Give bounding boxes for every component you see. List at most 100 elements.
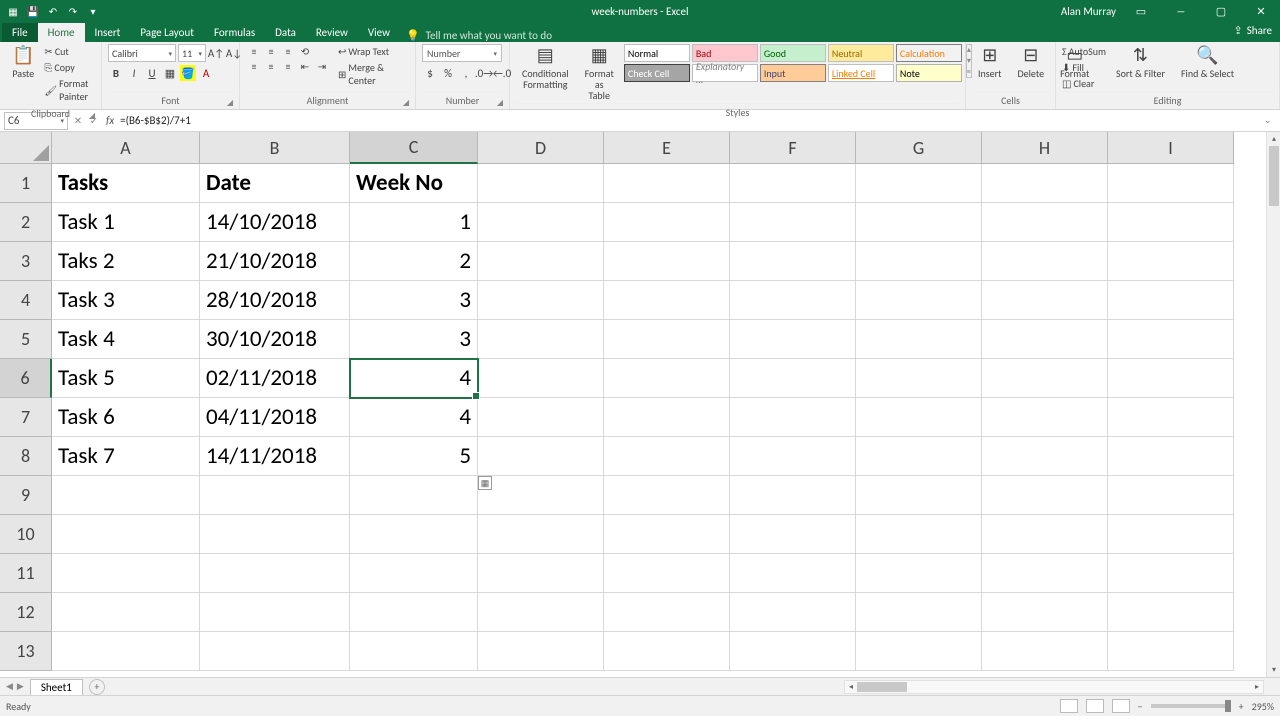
comma-icon[interactable]: , (458, 65, 474, 81)
tab-formulas[interactable]: Formulas (204, 23, 265, 42)
launcher-icon[interactable]: ◢ (497, 98, 503, 108)
zoom-slider[interactable] (1151, 704, 1231, 708)
cell[interactable] (604, 203, 730, 242)
minimize-button[interactable]: ― (1166, 0, 1196, 22)
cell[interactable] (856, 554, 982, 593)
align-bottom-icon[interactable]: ≡ (280, 44, 296, 58)
row-header[interactable]: 4 (0, 281, 52, 320)
align-center-icon[interactable]: ≡ (263, 59, 279, 73)
cell[interactable] (604, 632, 730, 671)
column-header[interactable]: D (478, 132, 604, 164)
zoom-level[interactable]: 295% (1252, 700, 1274, 713)
fill-button[interactable]: ⬇Fill (1062, 60, 1106, 75)
cell[interactable]: Task 7 (52, 437, 200, 476)
cell[interactable] (730, 632, 856, 671)
cell[interactable] (52, 632, 200, 671)
cell[interactable] (982, 203, 1108, 242)
accounting-icon[interactable]: $ (422, 65, 438, 81)
align-right-icon[interactable]: ≡ (280, 59, 296, 73)
style-note[interactable]: Note (896, 64, 962, 82)
cell[interactable]: 14/10/2018 (200, 203, 350, 242)
insert-cells-button[interactable]: ⊞Insert (972, 44, 1008, 81)
number-format-combo[interactable]: Number▾ (422, 44, 502, 62)
style-input[interactable]: Input (760, 64, 826, 82)
scroll-down-icon[interactable]: ▾ (1267, 663, 1280, 677)
cell[interactable]: 4 (350, 359, 478, 398)
expand-formula-bar-icon[interactable]: ⌄ (1264, 115, 1280, 126)
style-linked-cell[interactable]: Linked Cell (828, 64, 894, 82)
style-normal[interactable]: Normal (624, 44, 690, 62)
cell[interactable] (52, 515, 200, 554)
tab-page-layout[interactable]: Page Layout (130, 23, 204, 42)
tab-review[interactable]: Review (306, 23, 358, 42)
cell[interactable] (1108, 593, 1234, 632)
cell[interactable] (730, 242, 856, 281)
cell[interactable]: 04/11/2018 (200, 398, 350, 437)
cell[interactable] (730, 593, 856, 632)
launcher-icon[interactable]: ◢ (227, 98, 233, 108)
cell[interactable] (478, 359, 604, 398)
row-header[interactable]: 5 (0, 320, 52, 359)
sheet-tab[interactable]: Sheet1 (30, 679, 83, 695)
autosum-button[interactable]: ΣAutoSum (1062, 44, 1106, 59)
normal-view-icon[interactable] (1060, 699, 1078, 713)
row-header[interactable]: 3 (0, 242, 52, 281)
horizontal-scrollbar[interactable]: ◂ ▸ (844, 680, 1264, 694)
cell[interactable]: Task 5 (52, 359, 200, 398)
column-header[interactable]: C (350, 132, 478, 164)
underline-button[interactable]: U (144, 65, 160, 81)
cell[interactable] (350, 515, 478, 554)
tab-insert[interactable]: Insert (85, 23, 131, 42)
cell[interactable] (52, 554, 200, 593)
cell[interactable] (478, 554, 604, 593)
cell[interactable] (730, 554, 856, 593)
cell[interactable] (478, 437, 604, 476)
cell[interactable] (730, 515, 856, 554)
cell[interactable] (730, 164, 856, 203)
cell[interactable] (982, 281, 1108, 320)
cell[interactable]: 3 (350, 320, 478, 359)
undo-icon[interactable]: ↶ (46, 4, 60, 18)
cell[interactable]: Task 1 (52, 203, 200, 242)
cell[interactable] (604, 554, 730, 593)
launcher-icon[interactable]: ◢ (89, 111, 95, 121)
cell[interactable] (982, 515, 1108, 554)
cell[interactable] (856, 476, 982, 515)
cell-styles-gallery[interactable]: NormalBadGoodNeutralCalculationCheck Cel… (624, 44, 962, 82)
scroll-left-icon[interactable]: ◂ (845, 681, 857, 693)
cell[interactable] (982, 593, 1108, 632)
cell[interactable] (604, 398, 730, 437)
font-color-button[interactable]: A (198, 65, 214, 81)
row-header[interactable]: 13 (0, 632, 52, 671)
cell[interactable] (604, 164, 730, 203)
cell[interactable] (350, 593, 478, 632)
cell[interactable] (478, 320, 604, 359)
row-header[interactable]: 8 (0, 437, 52, 476)
style-good[interactable]: Good (760, 44, 826, 62)
cell-grid[interactable]: ABCDEFGHI1TasksDateWeek No2Task 114/10/2… (0, 132, 1280, 671)
sheet-nav-prev-icon[interactable]: ◀ (6, 681, 13, 692)
cell[interactable] (604, 242, 730, 281)
increase-decimal-icon[interactable]: .0→ (476, 65, 492, 81)
cell[interactable] (1108, 554, 1234, 593)
cell[interactable] (982, 242, 1108, 281)
find-select-button[interactable]: 🔍Find & Select (1175, 44, 1240, 81)
cell[interactable]: 28/10/2018 (200, 281, 350, 320)
grow-font-icon[interactable]: A↑ (208, 45, 224, 61)
cell[interactable] (604, 320, 730, 359)
cell[interactable]: Task 4 (52, 320, 200, 359)
cell[interactable] (604, 593, 730, 632)
column-header[interactable]: G (856, 132, 982, 164)
cell[interactable] (982, 554, 1108, 593)
cell[interactable] (200, 632, 350, 671)
cell[interactable] (478, 632, 604, 671)
row-header[interactable]: 2 (0, 203, 52, 242)
fx-icon[interactable]: fx (106, 114, 114, 127)
maximize-button[interactable]: ▢ (1206, 0, 1236, 22)
cell[interactable] (856, 359, 982, 398)
cell[interactable] (604, 359, 730, 398)
delete-cells-button[interactable]: ⊟Delete (1012, 44, 1051, 81)
column-header[interactable]: B (200, 132, 350, 164)
cell[interactable]: 14/11/2018 (200, 437, 350, 476)
cell[interactable] (1108, 281, 1234, 320)
